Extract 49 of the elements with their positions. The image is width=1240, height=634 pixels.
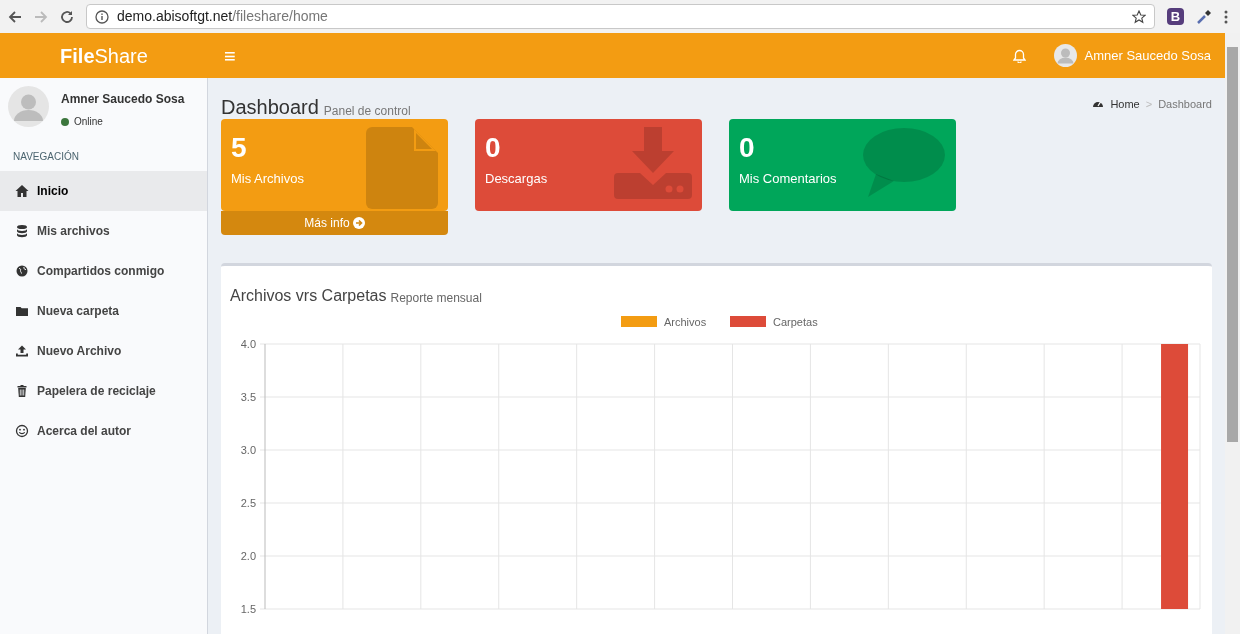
sidebar-item[interactable]: Inicio <box>0 171 207 211</box>
database-icon <box>15 224 29 238</box>
axis-tick-label: 2.0 <box>240 550 256 562</box>
section-label: NAVEGACIÓN <box>12 149 80 164</box>
star-icon[interactable] <box>1132 9 1146 24</box>
scrollbar[interactable] <box>1225 33 1240 634</box>
stat-label: Descargas <box>485 170 548 188</box>
axis-tick-label: 3.0 <box>240 444 256 456</box>
folder-icon <box>15 304 29 318</box>
stat-label: Mis Comentarios <box>739 170 837 188</box>
home-icon <box>15 184 29 198</box>
speech-bubble-icon <box>862 127 946 199</box>
url-text: demo.abisoftgt.net/fileshare/home <box>117 7 329 26</box>
page-subtitle: Panel de control <box>323 105 411 117</box>
scrollbar-thumb[interactable] <box>1227 47 1238 442</box>
trash-icon <box>15 384 29 398</box>
stat-value: 0 <box>739 131 755 165</box>
address-bar[interactable]: demo.abisoftgt.net/fileshare/home <box>86 4 1155 29</box>
stat-value: 5 <box>231 131 247 165</box>
breadcrumb-separator: > <box>1145 96 1153 112</box>
panel-title: Archivos vrs Carpetas <box>230 286 387 306</box>
axis-tick-label: 3.5 <box>240 391 256 403</box>
upload-icon <box>15 344 29 358</box>
more-menu-icon[interactable] <box>1224 9 1228 24</box>
axis-tick-label: 4.0 <box>240 338 256 350</box>
axis-tick-label: 1.5 <box>240 603 256 615</box>
download-icon <box>614 127 692 199</box>
smiley-icon <box>15 424 29 438</box>
stat-value: 0 <box>485 131 501 165</box>
info-icon[interactable] <box>95 9 109 24</box>
eyedropper-icon[interactable] <box>1196 8 1212 25</box>
breadcrumb-link[interactable]: Home <box>1110 95 1140 112</box>
breadcrumb-current: Dashboard <box>1158 96 1212 112</box>
back-icon[interactable] <box>8 9 22 24</box>
legend-item: Carpetas <box>730 316 818 328</box>
legend-label: Archivos <box>664 316 707 328</box>
reload-icon[interactable] <box>60 9 74 24</box>
user-avatar-icon <box>8 86 49 127</box>
panel-subtitle: Reporte mensual <box>390 290 482 307</box>
extension-button[interactable]: B <box>1167 8 1184 25</box>
legend-item: Archivos <box>621 316 707 328</box>
stat-label: Mis Archivos <box>231 170 304 188</box>
axis-tick-label: 2.5 <box>240 497 256 509</box>
legend-label: Carpetas <box>773 316 819 328</box>
sidebar-user-name: Amner Saucedo Sosa <box>61 91 185 108</box>
page-title: Dashboard <box>221 97 319 117</box>
arrow-circle-icon <box>352 217 365 229</box>
status-text: Online <box>74 115 103 129</box>
globe-icon <box>15 264 29 278</box>
